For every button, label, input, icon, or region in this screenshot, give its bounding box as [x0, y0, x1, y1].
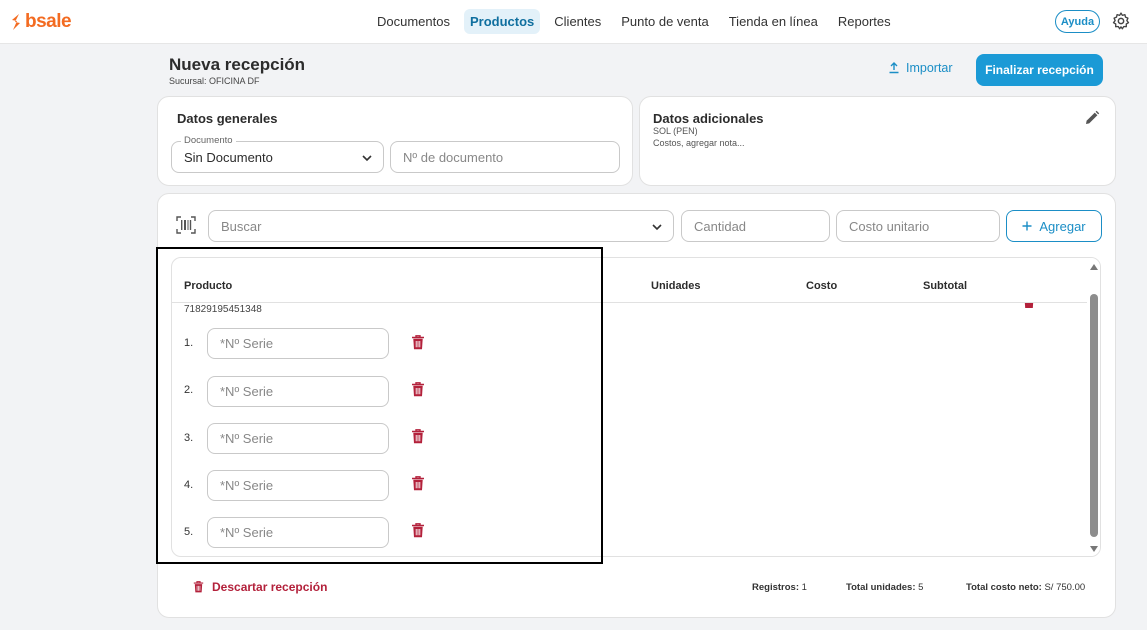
product-units: 5	[698, 294, 705, 306]
general-data-card: Datos generales Documento Sin Documento …	[157, 96, 633, 186]
barcode-scanner-icon[interactable]	[176, 216, 196, 234]
unit-cost-placeholder: Costo unitario	[849, 218, 930, 234]
document-number-placeholder: Nº de documento	[403, 149, 504, 165]
import-label: Importar	[906, 61, 953, 75]
document-value: Sin Documento	[184, 149, 273, 165]
add-product-button[interactable]: Agregar	[1006, 210, 1102, 242]
total-units-value: 5	[918, 582, 924, 593]
finish-reception-button[interactable]: Finalizar recepción	[976, 54, 1103, 86]
records-summary: Registros: 1	[752, 582, 807, 593]
product-search-input[interactable]: Buscar	[208, 210, 674, 242]
help-button[interactable]: Ayuda	[1055, 10, 1100, 33]
nav-productos[interactable]: Productos	[463, 9, 541, 34]
nav-documentos[interactable]: Documentos	[371, 9, 456, 34]
pencil-icon[interactable]	[1084, 110, 1100, 126]
scrollbar-thumb[interactable]	[1090, 294, 1098, 537]
general-data-title: Datos generales	[177, 111, 278, 126]
branch-label: Sucursal: OFICINA DF	[169, 76, 260, 86]
chevron-down-icon	[362, 155, 372, 162]
additional-data-title: Datos adicionales	[653, 111, 764, 126]
search-placeholder: Buscar	[221, 218, 262, 234]
nav-punto-de-venta[interactable]: Punto de venta	[615, 9, 714, 34]
page-title: Nueva recepción	[169, 55, 306, 74]
total-units-label: Total unidades:	[846, 582, 916, 593]
bsale-logo-icon	[12, 14, 20, 30]
currency-label: SOL (PEN)	[653, 126, 698, 136]
net-cost-summary: Total costo neto: S/ 750.00	[966, 582, 1085, 593]
gear-icon[interactable]	[1111, 11, 1131, 31]
column-header-costo: Costo	[806, 280, 838, 292]
discard-reception-button[interactable]: Descartar recepción	[193, 580, 327, 594]
document-label: Documento	[181, 135, 236, 146]
product-cost: S/ 150.00	[787, 294, 835, 306]
product-subtotal: S/ 750.00	[921, 294, 969, 306]
total-net-label: Total costo neto:	[966, 582, 1042, 593]
upload-icon	[889, 62, 899, 74]
costs-note-hint: Costos, agregar nota...	[653, 138, 745, 148]
bsale-logo[interactable]: bsale	[10, 11, 72, 33]
plus-icon	[1022, 221, 1032, 231]
scroll-down-arrow-icon[interactable]	[1090, 545, 1098, 553]
document-number-input[interactable]: Nº de documento	[390, 141, 620, 173]
import-button[interactable]: Importar	[888, 61, 953, 75]
column-header-subtotal: Subtotal	[923, 280, 967, 292]
top-navbar: bsale Documentos Productos Clientes Punt…	[0, 0, 1147, 44]
highlight-box	[156, 247, 603, 564]
records-value: 1	[801, 582, 807, 593]
logo-text: bsale	[25, 11, 72, 32]
main-nav: Documentos Productos Clientes Punto de v…	[371, 9, 897, 34]
unit-cost-input[interactable]: Costo unitario	[836, 210, 1000, 242]
quantity-input[interactable]: Cantidad	[681, 210, 830, 242]
scroll-up-arrow-icon[interactable]	[1090, 263, 1098, 271]
add-label: Agregar	[1039, 218, 1086, 234]
total-net-value: S/ 750.00	[1044, 582, 1086, 593]
quantity-placeholder: Cantidad	[694, 218, 747, 234]
nav-clientes[interactable]: Clientes	[548, 9, 607, 34]
column-header-unidades: Unidades	[651, 280, 701, 292]
discard-label: Descartar recepción	[212, 580, 328, 594]
nav-tienda-en-linea[interactable]: Tienda en línea	[723, 9, 824, 34]
records-label: Registros:	[752, 582, 799, 593]
chevron-down-icon	[652, 224, 662, 231]
units-summary: Total unidades: 5	[846, 582, 923, 593]
nav-reportes[interactable]: Reportes	[832, 9, 897, 34]
document-select[interactable]: Documento Sin Documento	[171, 135, 384, 173]
trash-icon	[193, 581, 204, 593]
